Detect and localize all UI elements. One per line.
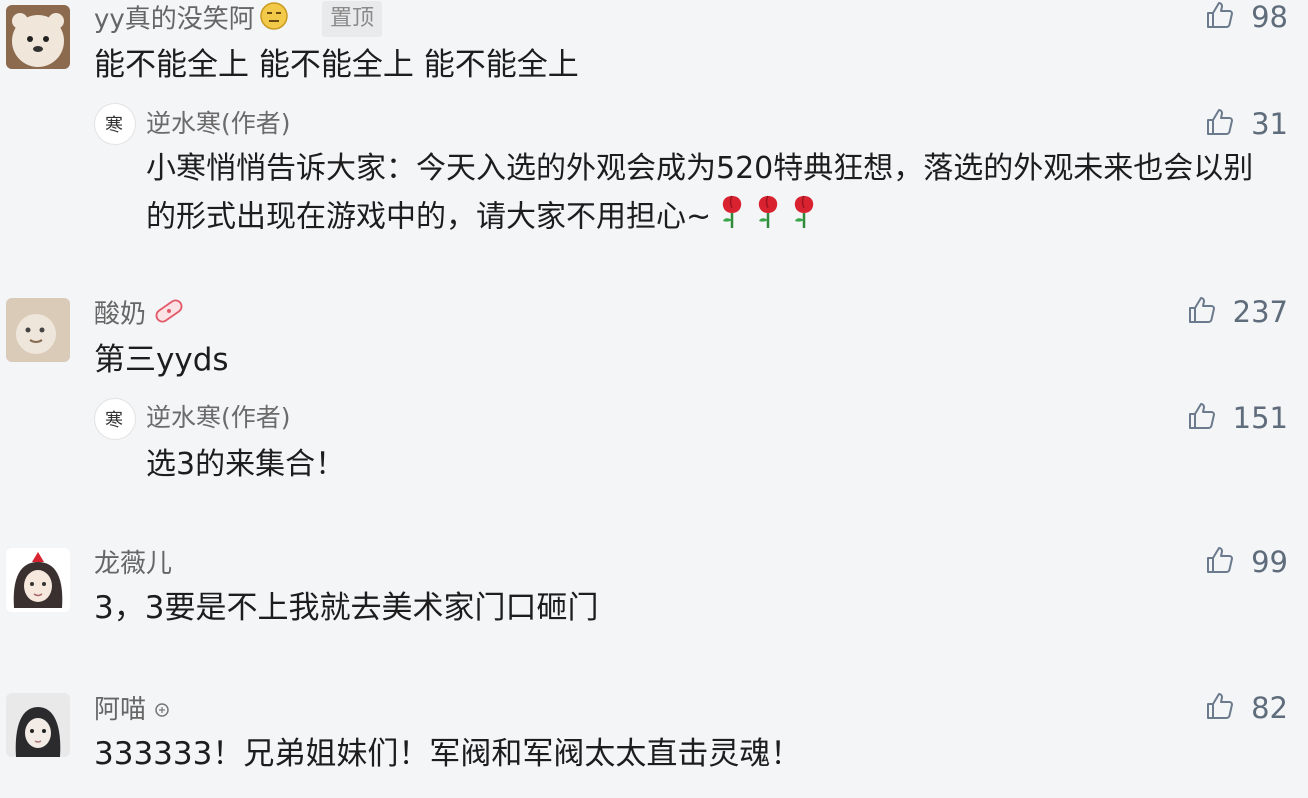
thumbs-up-icon	[1187, 401, 1217, 435]
comment-author[interactable]: yy真的没笑阿	[94, 1, 289, 39]
like-button[interactable]: 99	[1205, 546, 1288, 578]
svg-text:寒: 寒	[105, 115, 123, 136]
like-count: 82	[1251, 691, 1288, 725]
like-count: 98	[1251, 0, 1288, 34]
thumbs-up-icon	[1205, 545, 1235, 579]
rose-icon	[789, 192, 819, 244]
reply-author[interactable]: 逆水寒(作者)	[146, 402, 291, 434]
bandage-badge-icon	[152, 296, 186, 334]
comment-author[interactable]: 酸奶	[94, 296, 186, 334]
comment-text: 能不能全上 能不能全上 能不能全上	[94, 47, 579, 83]
neutral-face-icon	[259, 1, 289, 39]
like-button[interactable]: 98	[1205, 1, 1288, 33]
like-count: 237	[1232, 295, 1288, 329]
reply-author[interactable]: 逆水寒(作者)	[146, 108, 291, 140]
like-button[interactable]: 31	[1205, 108, 1288, 140]
rose-icon	[753, 192, 783, 244]
thumbs-up-icon	[1187, 295, 1217, 329]
small-badge-icon	[152, 695, 172, 727]
avatar[interactable]	[6, 5, 70, 69]
author-avatar[interactable]: 寒	[94, 398, 136, 440]
comment-author[interactable]: 阿喵	[94, 694, 172, 727]
thumbs-up-icon	[1205, 107, 1235, 141]
comment-author[interactable]: 龙薇儿	[94, 548, 172, 580]
comment-text: 第三yyds	[94, 342, 229, 378]
like-button[interactable]: 237	[1187, 296, 1288, 328]
like-button[interactable]: 151	[1187, 402, 1288, 434]
rose-icon	[717, 192, 747, 244]
thumbs-up-icon	[1205, 0, 1235, 34]
comment-text: 3，3要是不上我就去美术家门口砸门	[94, 590, 599, 626]
like-count: 31	[1251, 107, 1288, 141]
reply-text: 小寒悄悄告诉大家：今天入选的外观会成为520特典狂想，落选的外观未来也会以别的形…	[146, 146, 1276, 244]
thumbs-up-icon	[1205, 691, 1235, 725]
avatar[interactable]	[6, 298, 70, 362]
author-avatar[interactable]: 寒	[94, 103, 136, 145]
like-button[interactable]: 82	[1205, 692, 1288, 724]
like-count: 99	[1251, 545, 1288, 579]
avatar[interactable]	[6, 693, 70, 757]
like-count: 151	[1232, 401, 1288, 435]
avatar[interactable]	[6, 548, 70, 612]
pinned-badge: 置顶	[322, 1, 383, 37]
comment-text: 333333！兄弟姐妹们！军阀和军阀太太直击灵魂！	[94, 736, 802, 772]
svg-text:寒: 寒	[105, 410, 123, 431]
reply-text: 选3的来集合！	[146, 447, 346, 482]
